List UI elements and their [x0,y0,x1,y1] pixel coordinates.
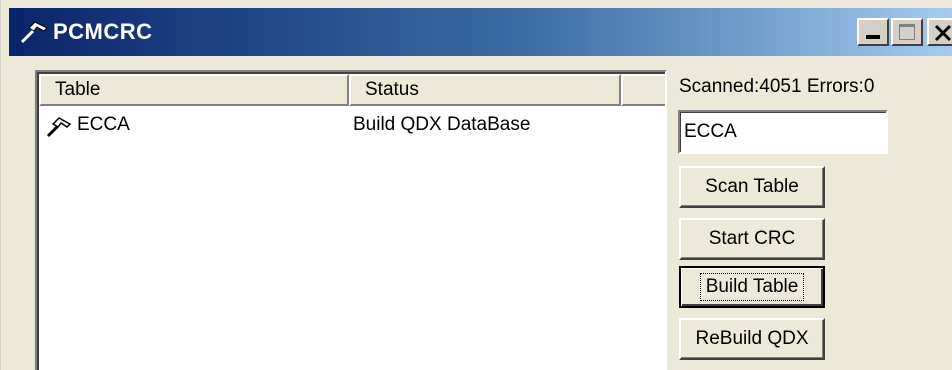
start-crc-button[interactable]: Start CRC [679,218,825,260]
close-icon [934,24,952,42]
window-title: PCMCRC [53,19,153,44]
hammer-icon [20,21,48,44]
minimize-button[interactable] [857,18,889,46]
table-name-input[interactable] [678,110,888,154]
rebuild-qdx-button[interactable]: ReBuild QDX [679,318,825,360]
list-header: Table Status [39,74,665,106]
close-button[interactable] [927,18,952,46]
row-table-name: ECCA [77,114,130,135]
column-header-status[interactable]: Status [349,74,621,106]
scan-counts: Scanned:4051 Errors:0 [679,76,875,97]
scan-table-button[interactable]: Scan Table [679,166,825,208]
build-table-button[interactable]: Build Table [679,266,825,308]
column-header-empty[interactable] [621,74,665,106]
table-list[interactable]: Table Status ECCA Build QDX DataBase [35,70,667,370]
title-bar[interactable]: PCMCRC [9,8,952,56]
row-status: Build QDX DataBase [353,114,531,135]
app-window: PCMCRC Table Status ECCA Build QDX DataB… [0,0,952,370]
column-header-table[interactable]: Table [39,74,349,106]
build-table-label: Build Table [699,273,805,301]
hammer-icon [46,117,72,138]
table-list-body: Table Status ECCA Build QDX DataBase [37,72,665,370]
maximize-button[interactable] [891,18,923,46]
